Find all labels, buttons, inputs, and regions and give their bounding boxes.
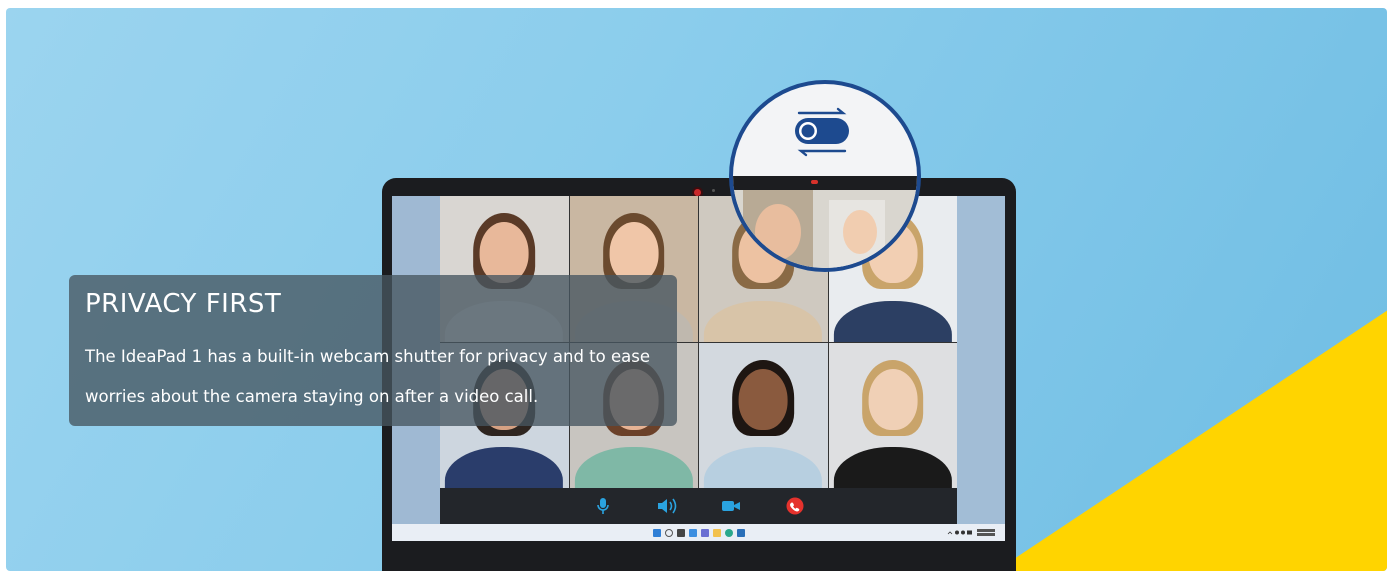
magnified-screen bbox=[733, 190, 917, 268]
os-taskbar bbox=[392, 524, 1005, 541]
widgets-icon[interactable] bbox=[688, 528, 697, 537]
video-camera-icon[interactable] bbox=[719, 494, 743, 518]
chat-icon[interactable] bbox=[700, 528, 709, 537]
participant-face bbox=[868, 368, 918, 430]
magnified-webcam-indicator bbox=[811, 180, 818, 184]
participant-tile bbox=[828, 342, 957, 488]
participant-face bbox=[738, 368, 788, 430]
feature-card: PRIVACY FIRST The IdeaPad 1 has a built-… bbox=[69, 275, 677, 426]
folder-icon[interactable] bbox=[712, 528, 721, 537]
speaker-icon[interactable] bbox=[655, 494, 679, 518]
feature-description: The IdeaPad 1 has a built-in webcam shut… bbox=[85, 347, 650, 406]
call-controls-bar bbox=[440, 488, 957, 524]
store-icon[interactable] bbox=[736, 528, 745, 537]
magnified-bezel bbox=[733, 176, 917, 190]
feature-title: PRIVACY FIRST bbox=[85, 289, 282, 319]
task-view-icon[interactable] bbox=[676, 528, 685, 537]
webcam-shutter-toggle-icon[interactable] bbox=[791, 106, 853, 162]
participant-body bbox=[574, 447, 693, 488]
participant-body bbox=[833, 300, 952, 342]
participant-body bbox=[704, 447, 823, 488]
participant-body bbox=[833, 447, 952, 488]
participant-tile bbox=[699, 342, 828, 488]
participant-body bbox=[445, 447, 564, 488]
start-icon[interactable] bbox=[652, 528, 661, 537]
webcam-shutter-magnifier bbox=[729, 80, 921, 272]
webcam-indicator bbox=[712, 189, 715, 192]
screen-wallpaper-right bbox=[957, 196, 1005, 524]
end-call-icon[interactable] bbox=[783, 494, 807, 518]
search-icon[interactable] bbox=[664, 528, 673, 537]
participant-body bbox=[704, 300, 823, 342]
microphone-icon[interactable] bbox=[591, 494, 615, 518]
system-tray bbox=[947, 528, 997, 539]
browser-icon[interactable] bbox=[724, 528, 733, 537]
